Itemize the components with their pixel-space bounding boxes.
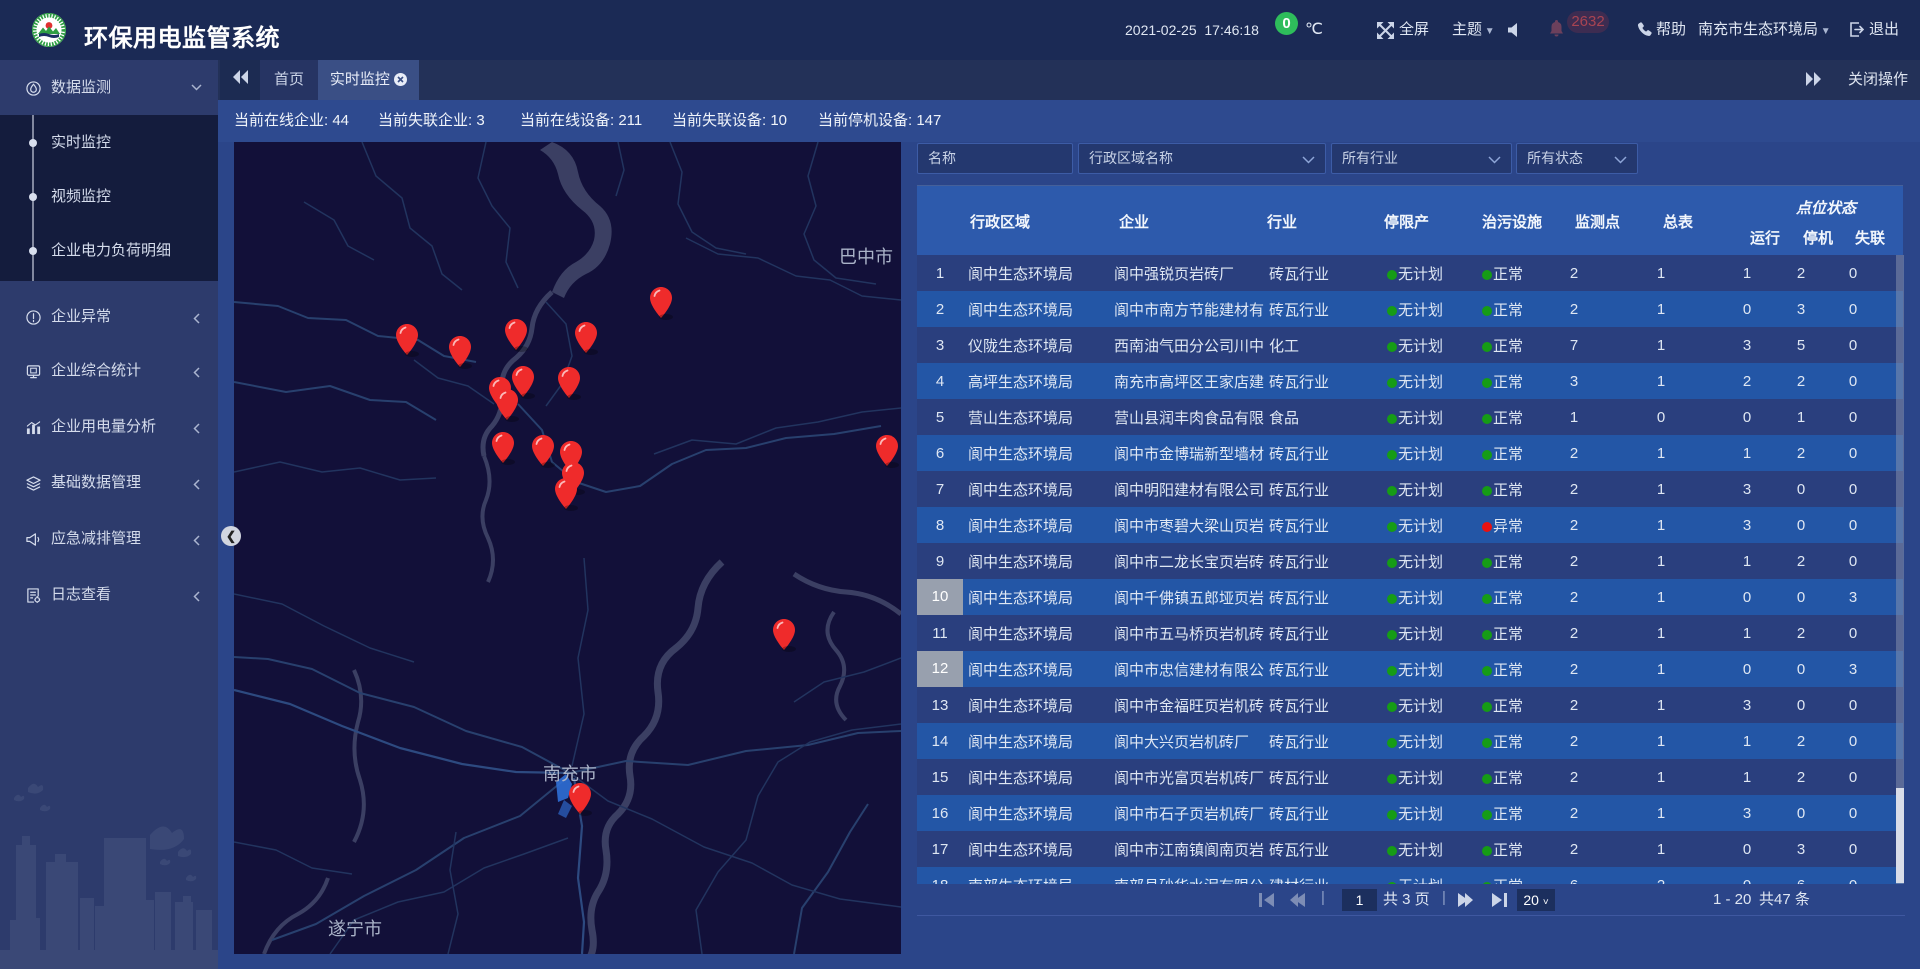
svg-text:遂宁市: 遂宁市 bbox=[328, 919, 382, 939]
svg-text:南充市: 南充市 bbox=[543, 764, 597, 784]
svg-text:巴中市: 巴中市 bbox=[839, 247, 893, 267]
